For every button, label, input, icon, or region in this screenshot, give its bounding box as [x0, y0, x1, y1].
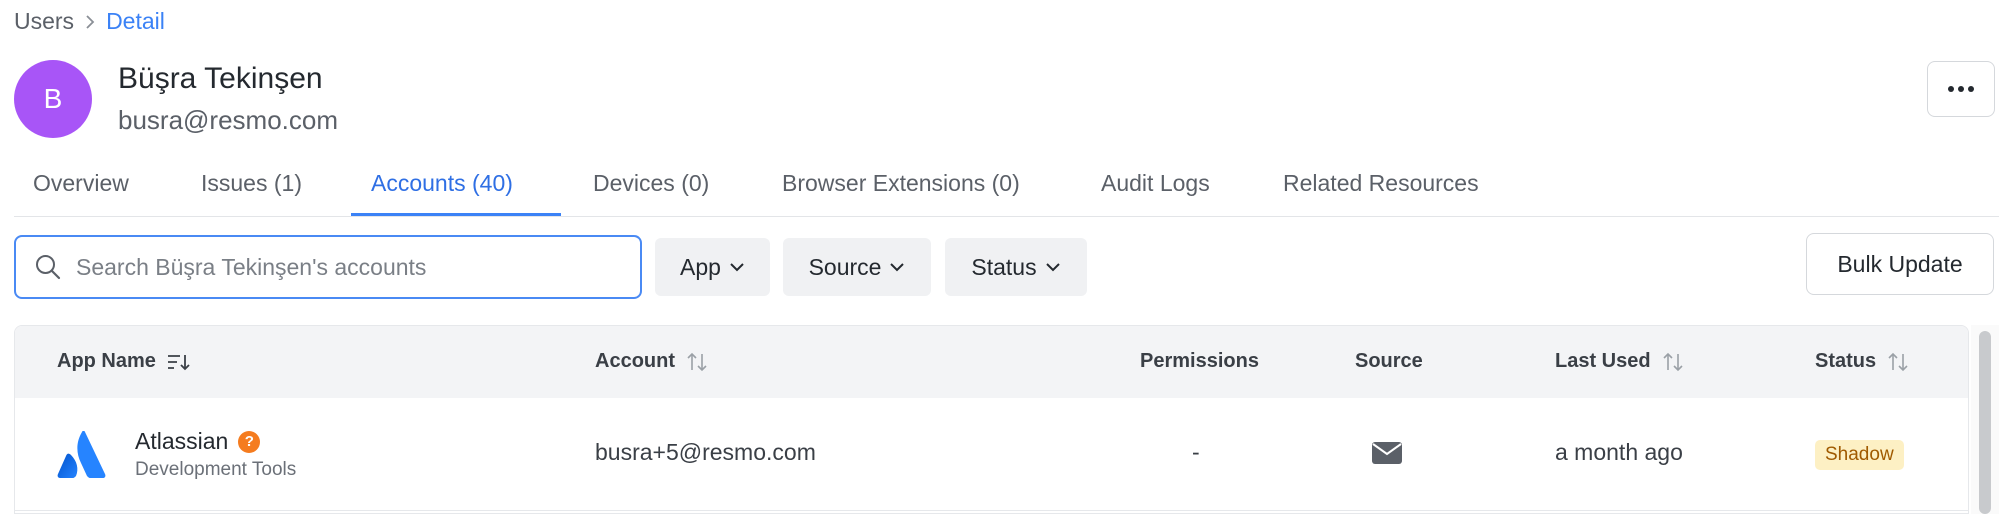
tab-issues[interactable]: Issues (1) [201, 170, 302, 197]
chevron-right-icon [84, 13, 96, 31]
sort-descending-icon [167, 354, 190, 370]
sort-icon [687, 352, 707, 371]
help-icon[interactable]: ? [238, 430, 261, 453]
search-icon [36, 255, 61, 280]
tab-audit-logs[interactable]: Audit Logs [1101, 170, 1210, 197]
sort-icon [1663, 352, 1683, 371]
more-horizontal-icon [1948, 86, 1974, 92]
filter-source-label: Source [808, 253, 882, 280]
app-name: Atlassian [135, 428, 229, 454]
filter-app-label: App [680, 253, 721, 280]
chevron-down-icon [1045, 263, 1060, 272]
tab-related-resources[interactable]: Related Resources [1283, 170, 1479, 197]
scrollbar-thumb[interactable] [1979, 331, 1991, 514]
tab-accounts[interactable]: Accounts (40) [371, 170, 513, 197]
filter-status-dropdown[interactable]: Status [945, 238, 1087, 296]
more-actions-button[interactable] [1927, 61, 1995, 117]
tab-browser-extensions[interactable]: Browser Extensions (0) [782, 170, 1020, 197]
envelope-icon [1372, 442, 1402, 464]
table-row[interactable]: Atlassian ? Development Tools busra+5@re… [15, 398, 1968, 511]
column-label: Permissions [1140, 350, 1259, 372]
bulk-update-button[interactable]: Bulk Update [1806, 233, 1994, 295]
user-email: busra@resmo.com [118, 105, 339, 135]
breadcrumb: Users Detail [14, 8, 165, 35]
permissions-cell: - [1192, 439, 1200, 465]
user-name: Büşra Tekinşen [118, 62, 323, 95]
table-scrollbar[interactable] [1971, 325, 1999, 514]
column-header-status[interactable]: Status [1815, 350, 1910, 373]
filter-app-dropdown[interactable]: App [655, 238, 770, 296]
column-header-account[interactable]: Account [595, 350, 709, 373]
search-box[interactable] [14, 235, 642, 299]
atlassian-logo-icon [57, 431, 106, 478]
search-input[interactable] [76, 253, 616, 281]
column-label: Account [595, 350, 675, 372]
avatar: B [14, 60, 92, 138]
account-cell: busra+5@resmo.com [595, 439, 816, 465]
column-header-permissions: Permissions [1140, 350, 1259, 373]
column-label: Status [1815, 350, 1877, 372]
column-label: Source [1355, 350, 1423, 372]
column-label: Last Used [1555, 350, 1651, 372]
column-label: App Name [57, 350, 156, 372]
app-name-cell[interactable]: Atlassian ? [135, 428, 261, 455]
breadcrumb-users-link[interactable]: Users [14, 8, 74, 35]
tab-devices[interactable]: Devices (0) [593, 170, 709, 197]
accounts-table: App Name Account Permissions Source Last… [14, 325, 1969, 514]
tab-overview[interactable]: Overview [33, 170, 129, 197]
table-header: App Name Account Permissions Source Last… [15, 326, 1968, 398]
chevron-down-icon [730, 263, 744, 272]
column-header-app-name[interactable]: App Name [57, 350, 190, 373]
status-badge: Shadow [1815, 440, 1904, 470]
app-category: Development Tools [135, 459, 297, 480]
column-header-last-used[interactable]: Last Used [1555, 350, 1685, 373]
chevron-down-icon [890, 263, 905, 272]
breadcrumb-current: Detail [106, 8, 165, 34]
filter-status-label: Status [971, 253, 1037, 280]
filter-source-dropdown[interactable]: Source [783, 238, 931, 296]
tab-bar: Overview Issues (1) Accounts (40) Device… [14, 158, 1999, 217]
active-tab-indicator [351, 213, 561, 216]
column-header-source: Source [1355, 350, 1423, 373]
last-used-cell: a month ago [1555, 439, 1683, 465]
sort-icon [1888, 352, 1908, 371]
